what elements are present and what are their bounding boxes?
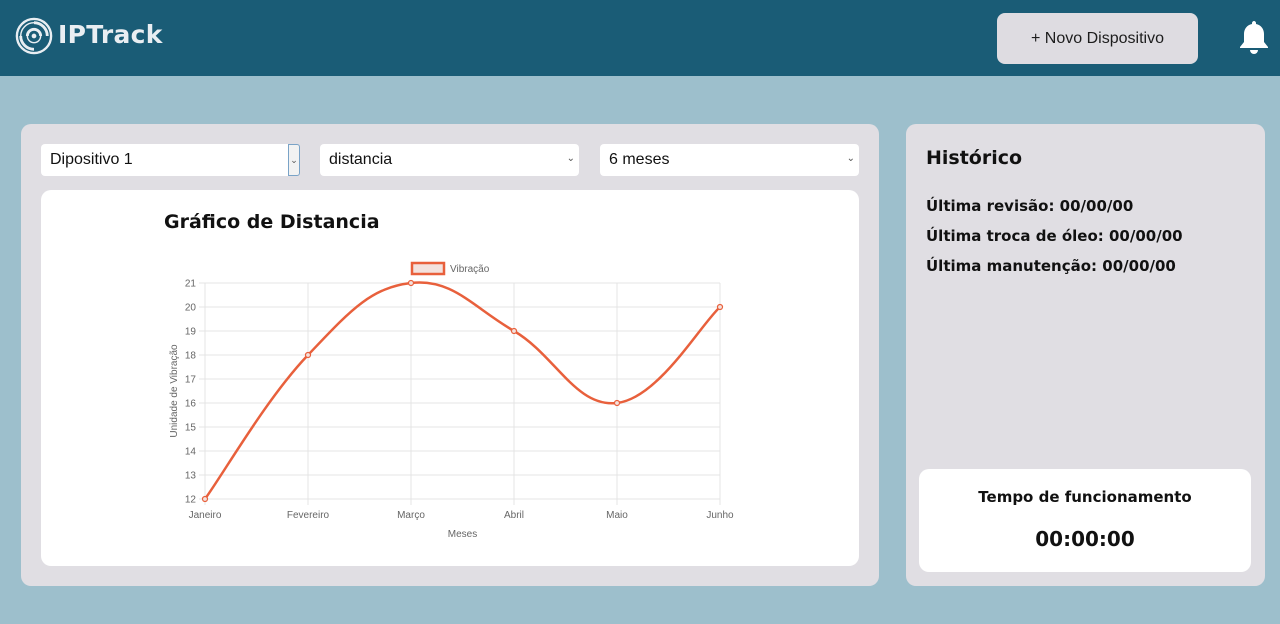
x-axis-label: Meses — [448, 529, 477, 540]
y-tick-label: 13 — [185, 471, 197, 482]
y-axis-label: Unidade de Vibração — [169, 344, 180, 438]
chevron-down-icon: ⌄ — [846, 153, 855, 164]
data-point — [613, 399, 621, 407]
history-title: Histórico — [926, 147, 1023, 169]
metric-select-value: distancia — [329, 151, 393, 168]
data-point — [716, 303, 724, 311]
last-review: Última revisão: 00/00/00 — [926, 197, 1134, 215]
y-tick-label: 14 — [185, 447, 197, 458]
bell-icon[interactable] — [1238, 19, 1270, 55]
data-point — [304, 351, 312, 359]
metric-select[interactable]: distancia ⌄ — [320, 144, 579, 176]
legend-label: Vibração — [450, 264, 490, 275]
uptime-value: 00:00:00 — [1035, 527, 1135, 551]
x-tick-label: Março — [397, 510, 425, 521]
chart-panel: Dipositivo 1 ⌄ distancia ⌄ 6 meses ⌄ Grá… — [21, 124, 879, 586]
last-maintenance: Última manutenção: 00/00/00 — [926, 257, 1176, 275]
new-device-button[interactable]: + Novo Dispositivo — [997, 13, 1198, 64]
x-tick-label: Fevereiro — [287, 510, 330, 521]
series-line — [203, 281, 721, 500]
data-point — [510, 327, 518, 335]
y-tick-label: 21 — [185, 279, 197, 290]
x-tick-label: Maio — [606, 510, 628, 521]
y-tick-label: 12 — [185, 495, 197, 506]
device-select-value: Dipositivo 1 — [50, 151, 133, 168]
chevron-down-icon: ⌄ — [566, 153, 575, 164]
history-panel: Histórico Última revisão: 00/00/00 Últim… — [906, 124, 1265, 586]
y-tick-label: 15 — [185, 423, 197, 434]
uptime-label: Tempo de funcionamento — [978, 488, 1192, 506]
y-tick-label: 19 — [185, 327, 197, 338]
line-chart: 12 13 14 15 16 17 18 19 20 21 Janeiro Fevereiro Març… — [169, 261, 734, 540]
last-oil-change: Última troca de óleo: 00/00/00 — [926, 227, 1183, 245]
x-tick-label: Abril — [504, 510, 524, 521]
y-tick-label: 17 — [185, 375, 197, 386]
x-tick-label: Junho — [706, 510, 734, 521]
swirl-logo-icon — [15, 17, 53, 55]
device-select[interactable]: Dipositivo 1 ⌄ — [41, 144, 300, 176]
y-tick-label: 20 — [185, 303, 197, 314]
y-tick-label: 16 — [185, 399, 197, 410]
data-point — [407, 279, 415, 287]
data-point — [201, 495, 209, 503]
chevron-down-icon: ⌄ — [288, 144, 300, 176]
legend-swatch — [410, 261, 446, 276]
period-select-value: 6 meses — [609, 151, 670, 168]
y-tick-label: 18 — [185, 351, 197, 362]
top-bar: IPTrack + Novo Dispositivo — [0, 0, 1280, 76]
x-tick-label: Janeiro — [189, 510, 222, 521]
period-select[interactable]: 6 meses ⌄ — [600, 144, 859, 176]
chart-card: Gráfico de Distancia 12 13 14 15 16 17 18 19 20 2… — [41, 190, 859, 566]
brand-name: IPTrack — [58, 20, 163, 49]
uptime-card: Tempo de funcionamento 00:00:00 — [919, 469, 1251, 572]
